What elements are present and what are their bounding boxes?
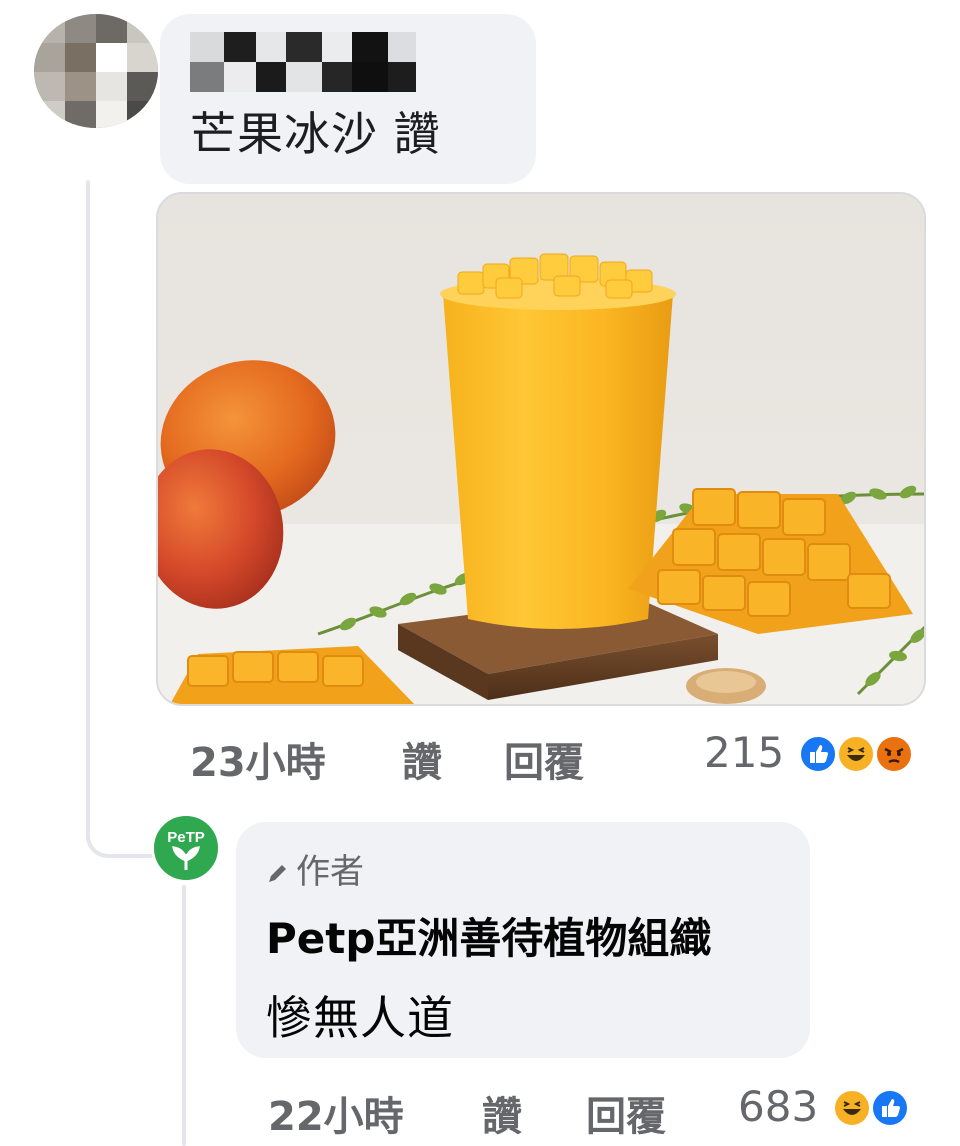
comment-like-button[interactable]: 讚 [402,730,442,788]
reply-text: 慘無人道 [266,991,454,1045]
author-badge: 作者 [266,844,364,894]
comment-reaction-count[interactable]: 215 [704,728,784,777]
haha-icon [832,1088,872,1128]
comment-reply-button[interactable]: 回覆 [504,730,584,788]
like-icon [798,734,838,774]
pencil-icon [266,854,296,894]
thread-connector [86,830,152,858]
thread-line [86,180,90,840]
petp-avatar[interactable]: PeTP [152,814,220,882]
reply-reaction-count[interactable]: 683 [738,1082,818,1131]
angry-icon [874,734,914,774]
mango-smoothie-photo[interactable] [156,192,926,706]
reply-like-button[interactable]: 讚 [482,1084,522,1142]
reply-time[interactable]: 22小時 [268,1084,404,1142]
svg-text:PeTP: PeTP [167,829,205,846]
author-badge-label: 作者 [296,852,364,892]
commenter-avatar[interactable] [34,14,158,128]
commenter-name-censored[interactable] [190,32,420,92]
reply-thread-line [182,885,186,1146]
comment-time[interactable]: 23小時 [190,730,326,788]
comment-text: 芒果冰沙 讚 [190,107,441,161]
reply-author-name[interactable]: Petp亞洲善待植物組織 [266,905,711,966]
haha-icon [836,734,876,774]
reply-reply-button[interactable]: 回覆 [586,1084,666,1142]
like-icon [870,1088,910,1128]
